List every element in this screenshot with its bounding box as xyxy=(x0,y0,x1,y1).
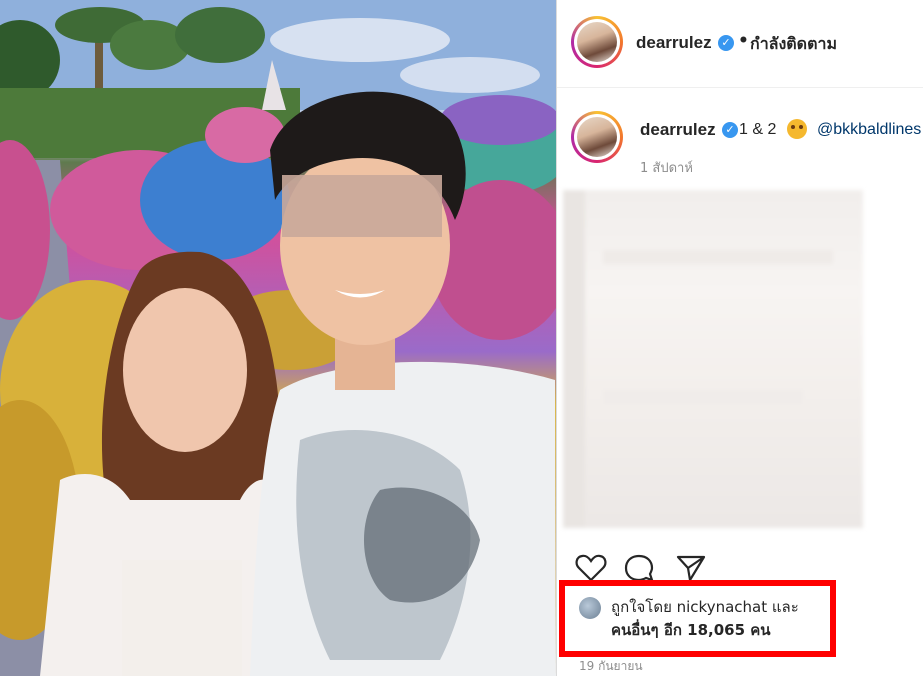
follow-status-button[interactable]: กำลังติดตาม xyxy=(750,32,837,57)
post-photo xyxy=(0,0,556,676)
heart-icon[interactable] xyxy=(575,553,607,583)
comment-icon[interactable] xyxy=(623,553,655,583)
author-username[interactable]: dearrulez xyxy=(636,33,712,53)
verified-badge-icon: ✓ xyxy=(722,122,738,138)
post-side-panel: dearrulez ✓ • กำลังติดตาม dearrulez ✓ 1 … xyxy=(557,0,923,676)
caption-text: 1 & 2 xyxy=(739,121,777,138)
smiling-face-emoji-icon xyxy=(787,119,807,139)
liker-avatar[interactable] xyxy=(579,597,601,619)
post-date: 19 กันยายน xyxy=(579,659,643,673)
post-header: dearrulez ✓ • กำลังติดตาม xyxy=(557,0,923,88)
verified-badge-icon: ✓ xyxy=(718,35,734,51)
caption-mention-link[interactable]: @bkkbaldlines xyxy=(817,121,921,139)
caption-username[interactable]: dearrulez xyxy=(640,120,716,140)
instagram-post-view: dearrulez ✓ • กำลังติดตาม dearrulez ✓ 1 … xyxy=(0,0,923,676)
posted-time[interactable]: 1 สัปดาห์ xyxy=(640,157,693,178)
author-avatar[interactable] xyxy=(571,16,623,68)
caption-author-avatar[interactable] xyxy=(571,111,623,163)
separator-dot: • xyxy=(738,31,749,51)
paper-plane-icon[interactable] xyxy=(675,553,707,583)
photo-scene xyxy=(0,0,556,676)
likes-highlight-box: ถูกใจโดย nickynachat และ คนอื่นๆ อีก 18,… xyxy=(559,580,836,657)
likes-count-text[interactable]: คนอื่นๆ อีก 18,065 คน xyxy=(611,618,771,642)
liked-by-text[interactable]: ถูกใจโดย nickynachat และ xyxy=(611,595,799,619)
blurred-comments-area xyxy=(563,190,863,528)
